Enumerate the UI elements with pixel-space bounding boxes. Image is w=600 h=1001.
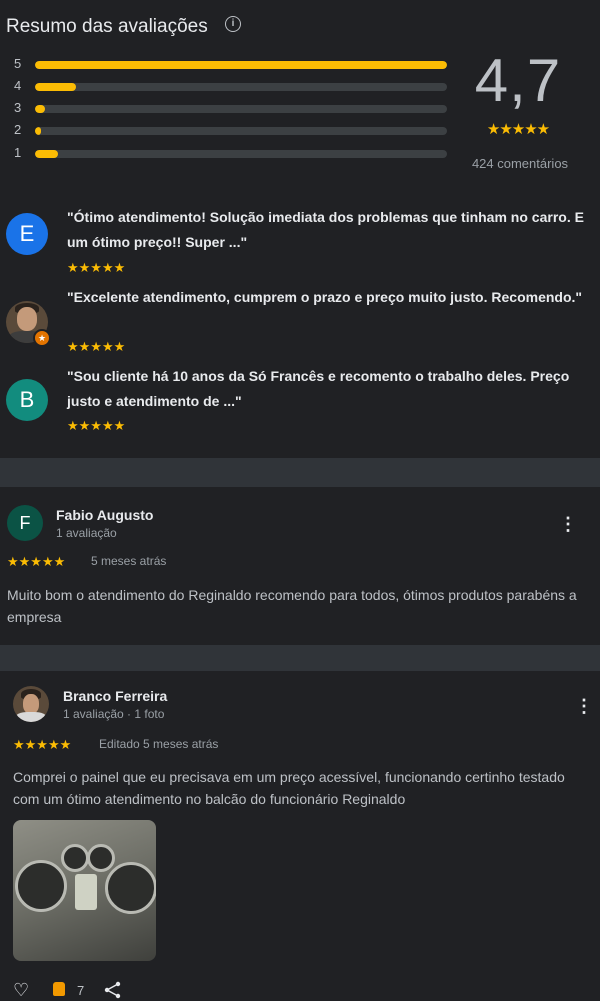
- rating-bar-label: 3: [14, 100, 22, 115]
- rating-bar-3: 3: [14, 100, 447, 116]
- rating-bar-4: 4: [14, 78, 447, 94]
- avatar: B: [6, 379, 48, 421]
- reviewer-name[interactable]: Branco Ferreira: [63, 688, 167, 704]
- avatar[interactable]: F: [7, 505, 43, 541]
- rating-bar-label: 2: [14, 122, 22, 137]
- rating-bar-track: [35, 127, 447, 135]
- rating-summary-card: Resumo das avaliações i 5 4 3 2 1 4,7 ★★…: [0, 0, 600, 458]
- review-actions: ♡ 7: [13, 980, 213, 1000]
- rating-bar-label: 5: [14, 56, 22, 71]
- rating-bar-2: 2: [14, 122, 447, 138]
- photo-gauge-right: [105, 862, 156, 914]
- review-text: Muito bom o atendimento do Reginaldo rec…: [7, 587, 577, 625]
- snippet-stars: ★★★★★: [67, 339, 126, 354]
- snippet-text: "Sou cliente há 10 anos da Só Francês e …: [67, 368, 570, 409]
- local-guide-badge-icon: ★: [33, 329, 51, 347]
- rating-bar-fill: [35, 105, 46, 113]
- like-count: 7: [77, 983, 85, 998]
- rating-bar-track: [35, 150, 447, 158]
- review-count-link[interactable]: 424 comentários: [450, 156, 590, 171]
- snippet-stars: ★★★★★: [67, 418, 126, 433]
- average-rating: 4,7: [474, 47, 562, 114]
- summary-title: Resumo das avaliações: [6, 16, 208, 37]
- reviewer-meta: 1 avaliação: [56, 526, 117, 540]
- avatar-face: [23, 694, 39, 714]
- rating-bar-fill: [35, 150, 58, 158]
- review-text: Comprei o painel que eu precisava em um …: [13, 769, 565, 807]
- avatar[interactable]: [13, 686, 49, 722]
- rating-bar-label: 4: [14, 78, 22, 93]
- review-stars: ★★★★★: [7, 554, 66, 569]
- review-snippet[interactable]: B "Sou cliente há 10 anos da Só Francês …: [0, 364, 600, 439]
- rating-bar-track: [35, 105, 447, 113]
- photo-display: [75, 874, 97, 910]
- review-photo[interactable]: [13, 820, 156, 961]
- avatar-shirt: [15, 712, 47, 722]
- info-icon[interactable]: i: [225, 16, 241, 32]
- snippet-stars: ★★★★★: [67, 260, 126, 275]
- section-divider: [0, 458, 600, 487]
- snippet-text: "Ótimo atendimento! Solução imediata dos…: [67, 209, 584, 250]
- photo-gauge-left: [15, 860, 67, 912]
- snippet-text: "Excelente atendimento, cumprem o prazo …: [67, 289, 583, 305]
- section-divider: [0, 645, 600, 671]
- heart-icon[interactable]: ♡: [13, 980, 29, 1001]
- photo-gauge-center-left: [61, 844, 89, 872]
- rating-bar-track: [35, 83, 447, 91]
- review-snippet[interactable]: "Excelente atendimento, cumprem o prazo …: [0, 285, 600, 360]
- share-icon[interactable]: [103, 981, 123, 999]
- review-date: Editado 5 meses atrás: [99, 737, 219, 751]
- photo-gauge-center-right: [87, 844, 115, 872]
- more-options-icon[interactable]: ⋮: [558, 513, 578, 535]
- review-date: 5 meses atrás: [91, 554, 167, 568]
- reviewer-meta: 1 avaliação · 1 foto: [63, 707, 165, 721]
- rating-bar-fill: [35, 127, 42, 135]
- more-options-icon[interactable]: ⋮: [574, 695, 594, 717]
- rating-bar-fill: [35, 61, 447, 69]
- rating-bar-label: 1: [14, 145, 22, 160]
- avatar-face: [17, 307, 37, 331]
- rating-bar-track: [35, 61, 447, 69]
- reviewer-name[interactable]: Fabio Augusto: [56, 507, 153, 523]
- average-stars: ★★★★★: [486, 121, 550, 138]
- like-icon[interactable]: [53, 982, 65, 996]
- review-card: F Fabio Augusto 1 avaliação ⋮ ★★★★★ 5 me…: [0, 487, 600, 645]
- rating-bar-fill: [35, 83, 77, 91]
- review-stars: ★★★★★: [13, 737, 72, 752]
- rating-bar-5: 5: [14, 56, 447, 72]
- review-snippet[interactable]: E "Ótimo atendimento! Solução imediata d…: [0, 205, 600, 280]
- rating-bar-1: 1: [14, 145, 447, 161]
- avatar: E: [6, 213, 48, 255]
